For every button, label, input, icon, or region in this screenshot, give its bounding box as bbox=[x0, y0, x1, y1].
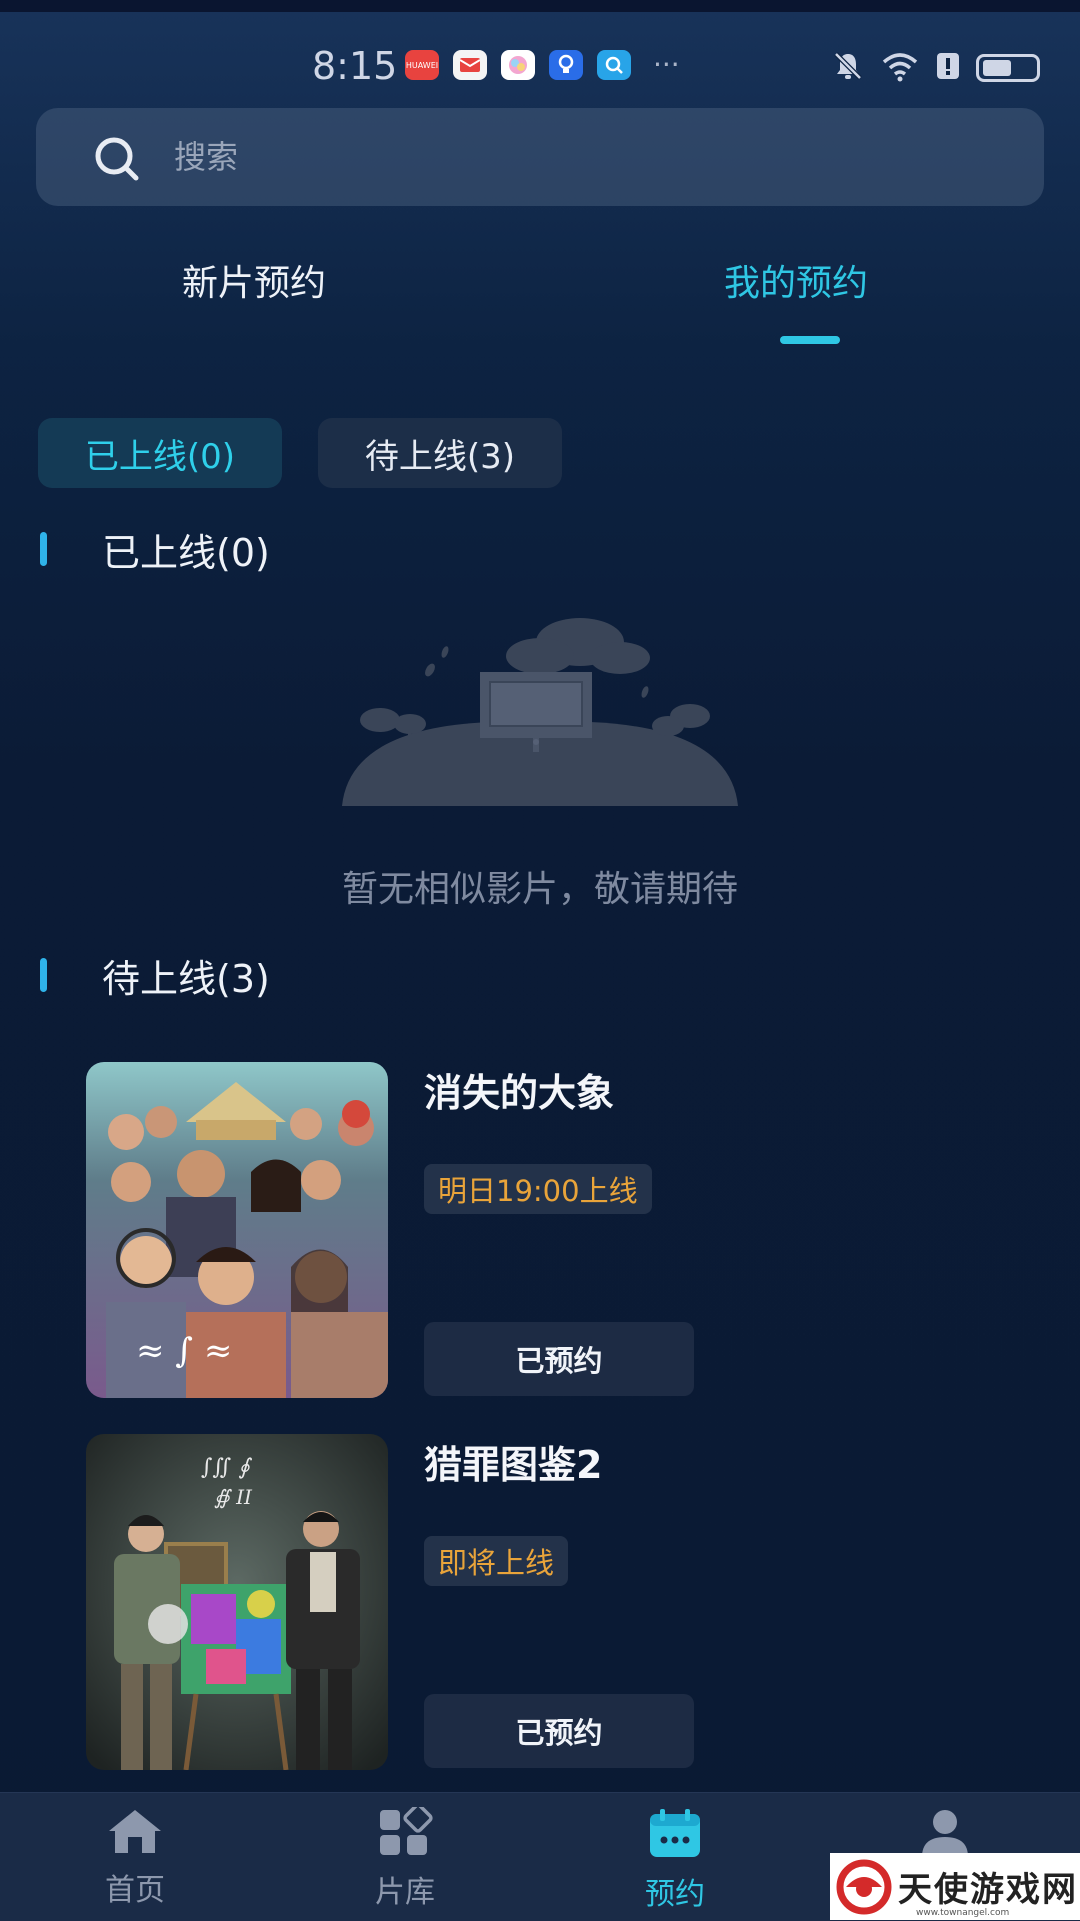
notification-icon bbox=[936, 51, 960, 85]
movie-poster[interactable]: ≈ ∫ ≈ bbox=[86, 1062, 388, 1398]
wifi-icon bbox=[880, 50, 920, 86]
reserved-button[interactable]: 已预约 bbox=[424, 1322, 694, 1396]
section-title-online: 已上线(0) bbox=[102, 531, 270, 575]
empty-state-text: 暂无相似影片，敬请期待 bbox=[341, 869, 738, 910]
status-time: 8:15 bbox=[312, 44, 398, 88]
search-input[interactable] bbox=[172, 126, 996, 188]
nav-item-library[interactable]: 片库 bbox=[345, 1803, 465, 1911]
tab-new-releases[interactable]: 新片预约 bbox=[182, 254, 326, 306]
nav-item-home[interactable]: 首页 bbox=[75, 1807, 195, 1909]
calendar-icon bbox=[647, 1809, 703, 1863]
tips-icon bbox=[549, 50, 583, 80]
svg-text:≈ ∫ ≈: ≈ ∫ ≈ bbox=[136, 1331, 232, 1371]
filter-chip-online[interactable]: 已上线(0) bbox=[38, 418, 282, 488]
movie-poster[interactable]: ∫∬ ∮ ∯ II bbox=[86, 1434, 388, 1770]
reserved-button[interactable]: 已预约 bbox=[424, 1694, 694, 1768]
nav-item-reservation[interactable]: 预约 bbox=[615, 1807, 735, 1913]
movie-title: 消失的大象 bbox=[424, 1071, 615, 1115]
watermark: 天使游戏网 www.townangel.com bbox=[830, 1853, 1080, 1920]
system-icons bbox=[832, 50, 1040, 86]
section-marker bbox=[40, 532, 47, 566]
search-icon bbox=[92, 134, 142, 188]
huawei-appgallery-icon: HUAWEI bbox=[405, 50, 439, 80]
mail-icon bbox=[453, 50, 487, 80]
svg-text:∫∬ ∮: ∫∬ ∮ bbox=[201, 1455, 252, 1480]
release-status-badge: 即将上线 bbox=[424, 1536, 569, 1586]
nav-label: 首页 bbox=[105, 1873, 165, 1908]
more-notifications-icon: ··· bbox=[653, 48, 680, 81]
empty-state-illustration bbox=[330, 610, 750, 814]
search-bar[interactable] bbox=[36, 108, 1044, 206]
movie-card[interactable]: ≈ ∫ ≈ 消失的大象 明日19:00上线 已预约 bbox=[86, 1062, 1046, 1402]
section-title-pending: 待上线(3) bbox=[102, 957, 270, 1001]
tab-active-indicator bbox=[780, 336, 840, 344]
nav-label: 预约 bbox=[645, 1877, 705, 1912]
home-icon bbox=[106, 1810, 164, 1859]
movie-card[interactable]: ∫∬ ∮ ∯ II 猎罪图鉴2 即将上线 已预约 bbox=[86, 1434, 1046, 1774]
movie-title: 猎罪图鉴2 bbox=[424, 1443, 603, 1487]
nav-label: 片库 bbox=[375, 1875, 435, 1910]
top-edge bbox=[0, 0, 1080, 12]
section-marker bbox=[40, 958, 47, 992]
battery-icon bbox=[976, 54, 1040, 82]
library-icon bbox=[377, 1803, 433, 1861]
search-app-icon bbox=[597, 50, 631, 80]
svg-text:∯ II: ∯ II bbox=[214, 1485, 253, 1509]
watermark-text: 天使游戏网 bbox=[898, 1870, 1078, 1910]
mute-icon bbox=[832, 50, 864, 86]
watermark-url: www.townangel.com bbox=[916, 1908, 1010, 1918]
filter-chip-pending[interactable]: 待上线(3) bbox=[318, 418, 562, 488]
tab-my-reservations[interactable]: 我的预约 bbox=[724, 254, 868, 306]
gallery-icon bbox=[501, 50, 535, 80]
release-status-badge: 明日19:00上线 bbox=[424, 1164, 652, 1214]
watermark-logo-icon bbox=[836, 1859, 892, 1915]
status-bar: 8:15 HUAWEI ··· bbox=[0, 36, 1080, 96]
notification-app-icons: HUAWEI ··· bbox=[405, 50, 680, 80]
